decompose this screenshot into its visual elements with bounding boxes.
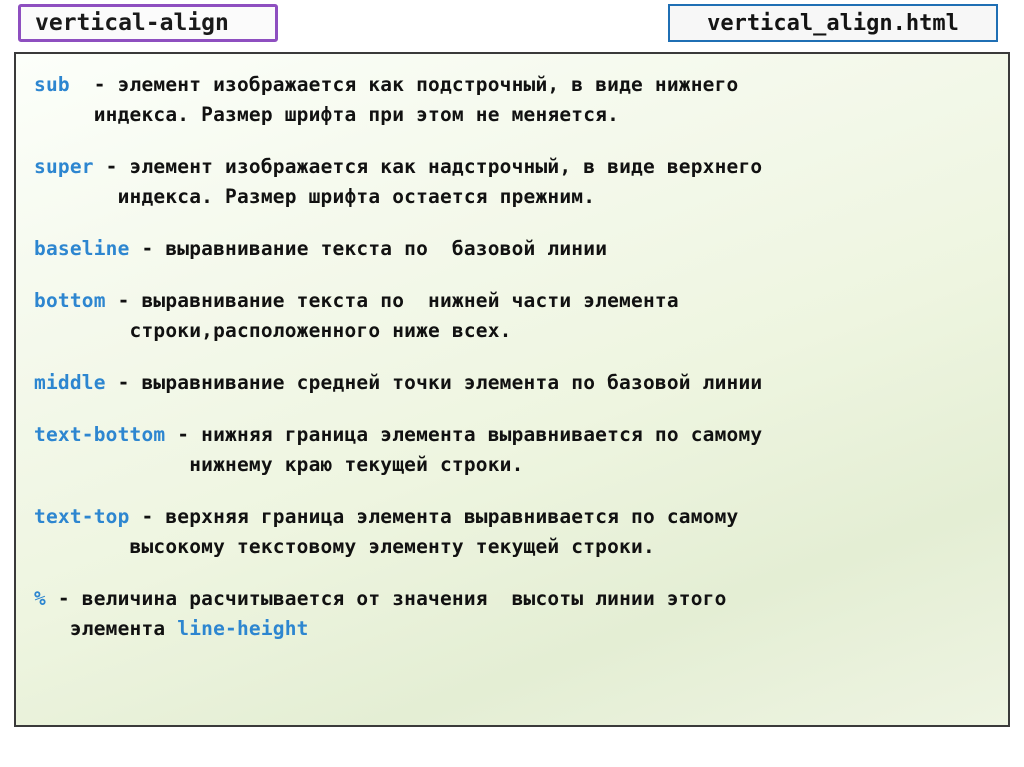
file-name-label: vertical_align.html xyxy=(707,10,959,36)
page-title: vertical-align xyxy=(35,10,229,36)
property-keyword-text-top: text-top xyxy=(34,505,130,528)
property-line-cont: высокому текстовому элементу текущей стр… xyxy=(34,535,655,558)
property-keyword-sub: sub xyxy=(34,73,70,96)
property-block-super: super - элемент изображается как надстро… xyxy=(34,152,990,212)
property-keyword-text-bottom: text-bottom xyxy=(34,423,166,446)
property-description: - элемент изображается как подстрочный, … xyxy=(69,73,739,96)
property-keyword-middle: middle xyxy=(34,371,106,394)
content-panel: sub - элемент изображается как подстрочн… xyxy=(14,52,1010,727)
property-description: - величина расчитывается от значения выс… xyxy=(45,587,727,610)
property-description: - выравнивание средней точки элемента по… xyxy=(105,371,763,394)
property-line-cont: строки,расположенного ниже всех. xyxy=(34,319,512,342)
property-line: sub - элемент изображается как подстрочн… xyxy=(34,70,990,100)
property-line: text-top - верхняя граница элемента выра… xyxy=(34,502,990,532)
property-block-percent: % - величина расчитывается от значения в… xyxy=(34,584,990,644)
property-line: bottom - выравнивание текста по нижней ч… xyxy=(34,286,990,316)
file-name-box: vertical_align.html xyxy=(668,4,998,42)
property-line: baseline - выравнивание текста по базово… xyxy=(34,234,990,264)
property-line: % - величина расчитывается от значения в… xyxy=(34,584,990,614)
property-description: - нижняя граница элемента выравнивается … xyxy=(165,423,763,446)
property-line: middle - выравнивание средней точки элем… xyxy=(34,368,990,398)
property-line: super - элемент изображается как надстро… xyxy=(34,152,990,182)
slide-title-box: vertical-align xyxy=(18,4,278,42)
property-description: - элемент изображается как надстрочный, … xyxy=(93,155,763,178)
property-block-middle: middle - выравнивание средней точки элем… xyxy=(34,368,990,398)
property-description-cont: элемента xyxy=(34,617,178,640)
property-line-cont: индекса. Размер шрифта при этом не меняе… xyxy=(34,103,620,126)
property-keyword-percent: % xyxy=(34,587,46,610)
property-line-cont: индекса. Размер шрифта остается прежним. xyxy=(34,185,596,208)
property-keyword-baseline: baseline xyxy=(34,237,130,260)
property-description: - выравнивание текста по базовой линии xyxy=(129,237,608,260)
property-block-baseline: baseline - выравнивание текста по базово… xyxy=(34,234,990,264)
property-keyword-line-height: line-height xyxy=(177,617,309,640)
property-description: - выравнивание текста по нижней части эл… xyxy=(105,289,679,312)
property-line-cont: нижнему краю текущей строки. xyxy=(34,453,524,476)
property-description: - верхняя граница элемента выравнивается… xyxy=(129,505,739,528)
property-block-text-bottom: text-bottom - нижняя граница элемента вы… xyxy=(34,420,990,480)
property-block-bottom: bottom - выравнивание текста по нижней ч… xyxy=(34,286,990,346)
property-block-sub: sub - элемент изображается как подстрочн… xyxy=(34,70,990,130)
property-block-text-top: text-top - верхняя граница элемента выра… xyxy=(34,502,990,562)
property-line: text-bottom - нижняя граница элемента вы… xyxy=(34,420,990,450)
property-line-cont: элемента line-height xyxy=(34,614,990,644)
property-keyword-super: super xyxy=(34,155,94,178)
property-keyword-bottom: bottom xyxy=(34,289,106,312)
